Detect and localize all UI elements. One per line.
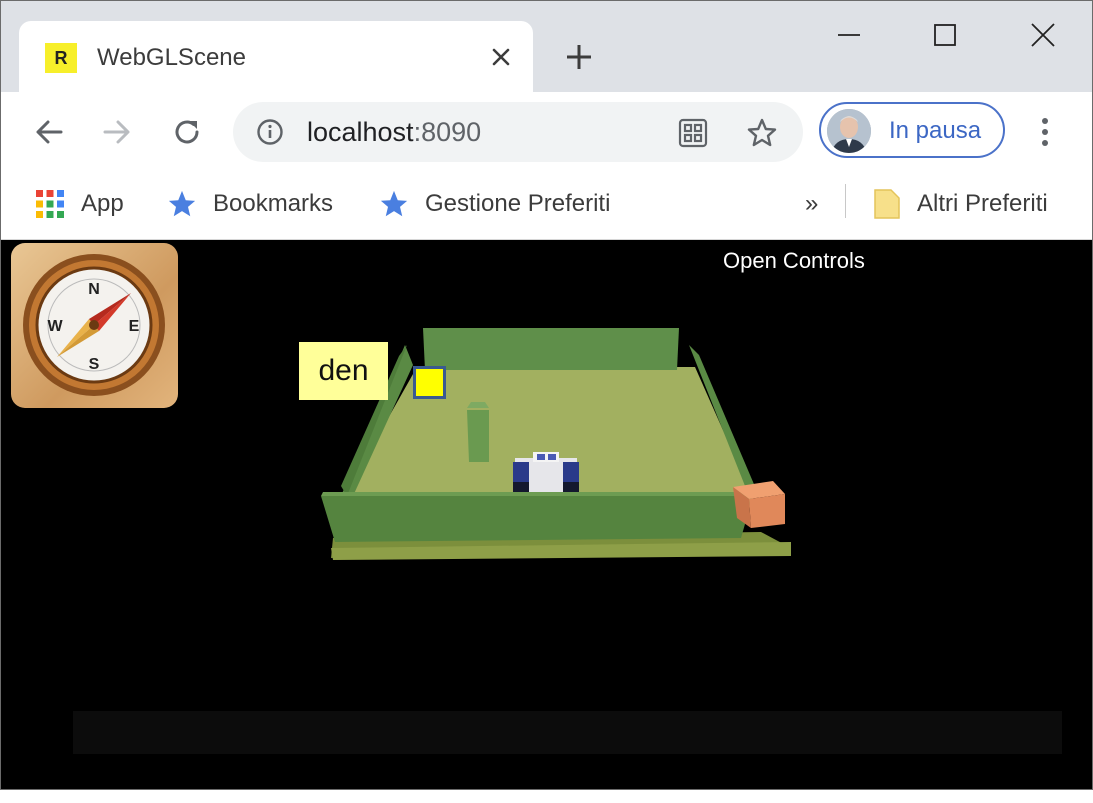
webgl-viewport[interactable]: N S E W Open Controls den <box>1 240 1092 789</box>
compass-e: E <box>129 318 140 335</box>
avatar <box>827 109 871 153</box>
bookmark-bookmarks[interactable]: Bookmarks <box>167 184 333 224</box>
tab-close-icon[interactable] <box>483 39 519 75</box>
folder-icon <box>873 188 901 220</box>
tab-title: WebGLScene <box>97 44 246 71</box>
bookmark-apps-label: App <box>81 190 124 217</box>
browser-window: R WebGLScene localhost:8090 In pausa App… <box>0 0 1093 790</box>
bottom-bar <box>73 711 1062 754</box>
more-vert-icon[interactable] <box>1029 112 1061 152</box>
profile-button[interactable]: In pausa <box>819 102 1005 158</box>
bookmarks-divider <box>845 184 846 218</box>
bookmark-label: Gestione Preferiti <box>425 190 611 217</box>
close-window-icon[interactable] <box>1019 15 1067 55</box>
forward-arrow-icon[interactable] <box>95 112 139 152</box>
compass-icon[interactable]: N S E W <box>11 243 178 408</box>
bookmark-other[interactable]: Altri Preferiti <box>873 184 1048 224</box>
open-controls-button[interactable]: Open Controls <box>723 248 865 274</box>
qr-grid-icon[interactable] <box>675 115 711 151</box>
bookmark-gestione-preferiti[interactable]: Gestione Preferiti <box>379 184 610 224</box>
bookmarks-bar: App Bookmarks Gestione Preferiti » Altri… <box>1 172 1092 240</box>
bookmark-other-label: Altri Preferiti <box>917 190 1048 217</box>
bookmark-apps[interactable]: App <box>35 184 124 224</box>
compass-w: W <box>47 318 63 335</box>
reload-icon[interactable] <box>165 112 209 152</box>
profile-status: In pausa <box>889 117 982 144</box>
bookmark-label: Bookmarks <box>213 190 334 217</box>
favicon-letter: R <box>54 47 68 68</box>
tab-strip: R WebGLScene <box>1 1 1092 92</box>
new-tab-icon[interactable] <box>559 37 599 77</box>
apps-grid-icon <box>35 189 65 219</box>
url-host: localhost <box>307 117 414 147</box>
address-bar[interactable]: localhost:8090 <box>233 102 803 162</box>
bookmark-star-icon[interactable] <box>743 114 781 152</box>
maximize-icon[interactable] <box>921 15 969 55</box>
back-arrow-icon[interactable] <box>27 112 71 152</box>
chevron-double-right-icon: » <box>805 190 819 217</box>
yellow-marker <box>413 366 446 399</box>
compass-n: N <box>88 281 100 298</box>
compass-s: S <box>89 356 100 373</box>
url-port: :8090 <box>413 117 482 147</box>
tab-favicon-icon: R <box>45 43 77 73</box>
bookmark-star-blue-icon <box>379 189 409 219</box>
bookmarks-overflow-button[interactable]: » <box>805 184 818 224</box>
bookmark-star-blue-icon <box>167 189 197 219</box>
site-info-icon[interactable] <box>255 117 285 147</box>
url-text[interactable]: localhost:8090 <box>307 115 481 149</box>
tab-webglscene[interactable]: R WebGLScene <box>19 21 533 92</box>
minimize-icon[interactable] <box>825 15 873 55</box>
den-label: den <box>299 342 388 400</box>
browser-toolbar: localhost:8090 In pausa <box>1 92 1092 172</box>
